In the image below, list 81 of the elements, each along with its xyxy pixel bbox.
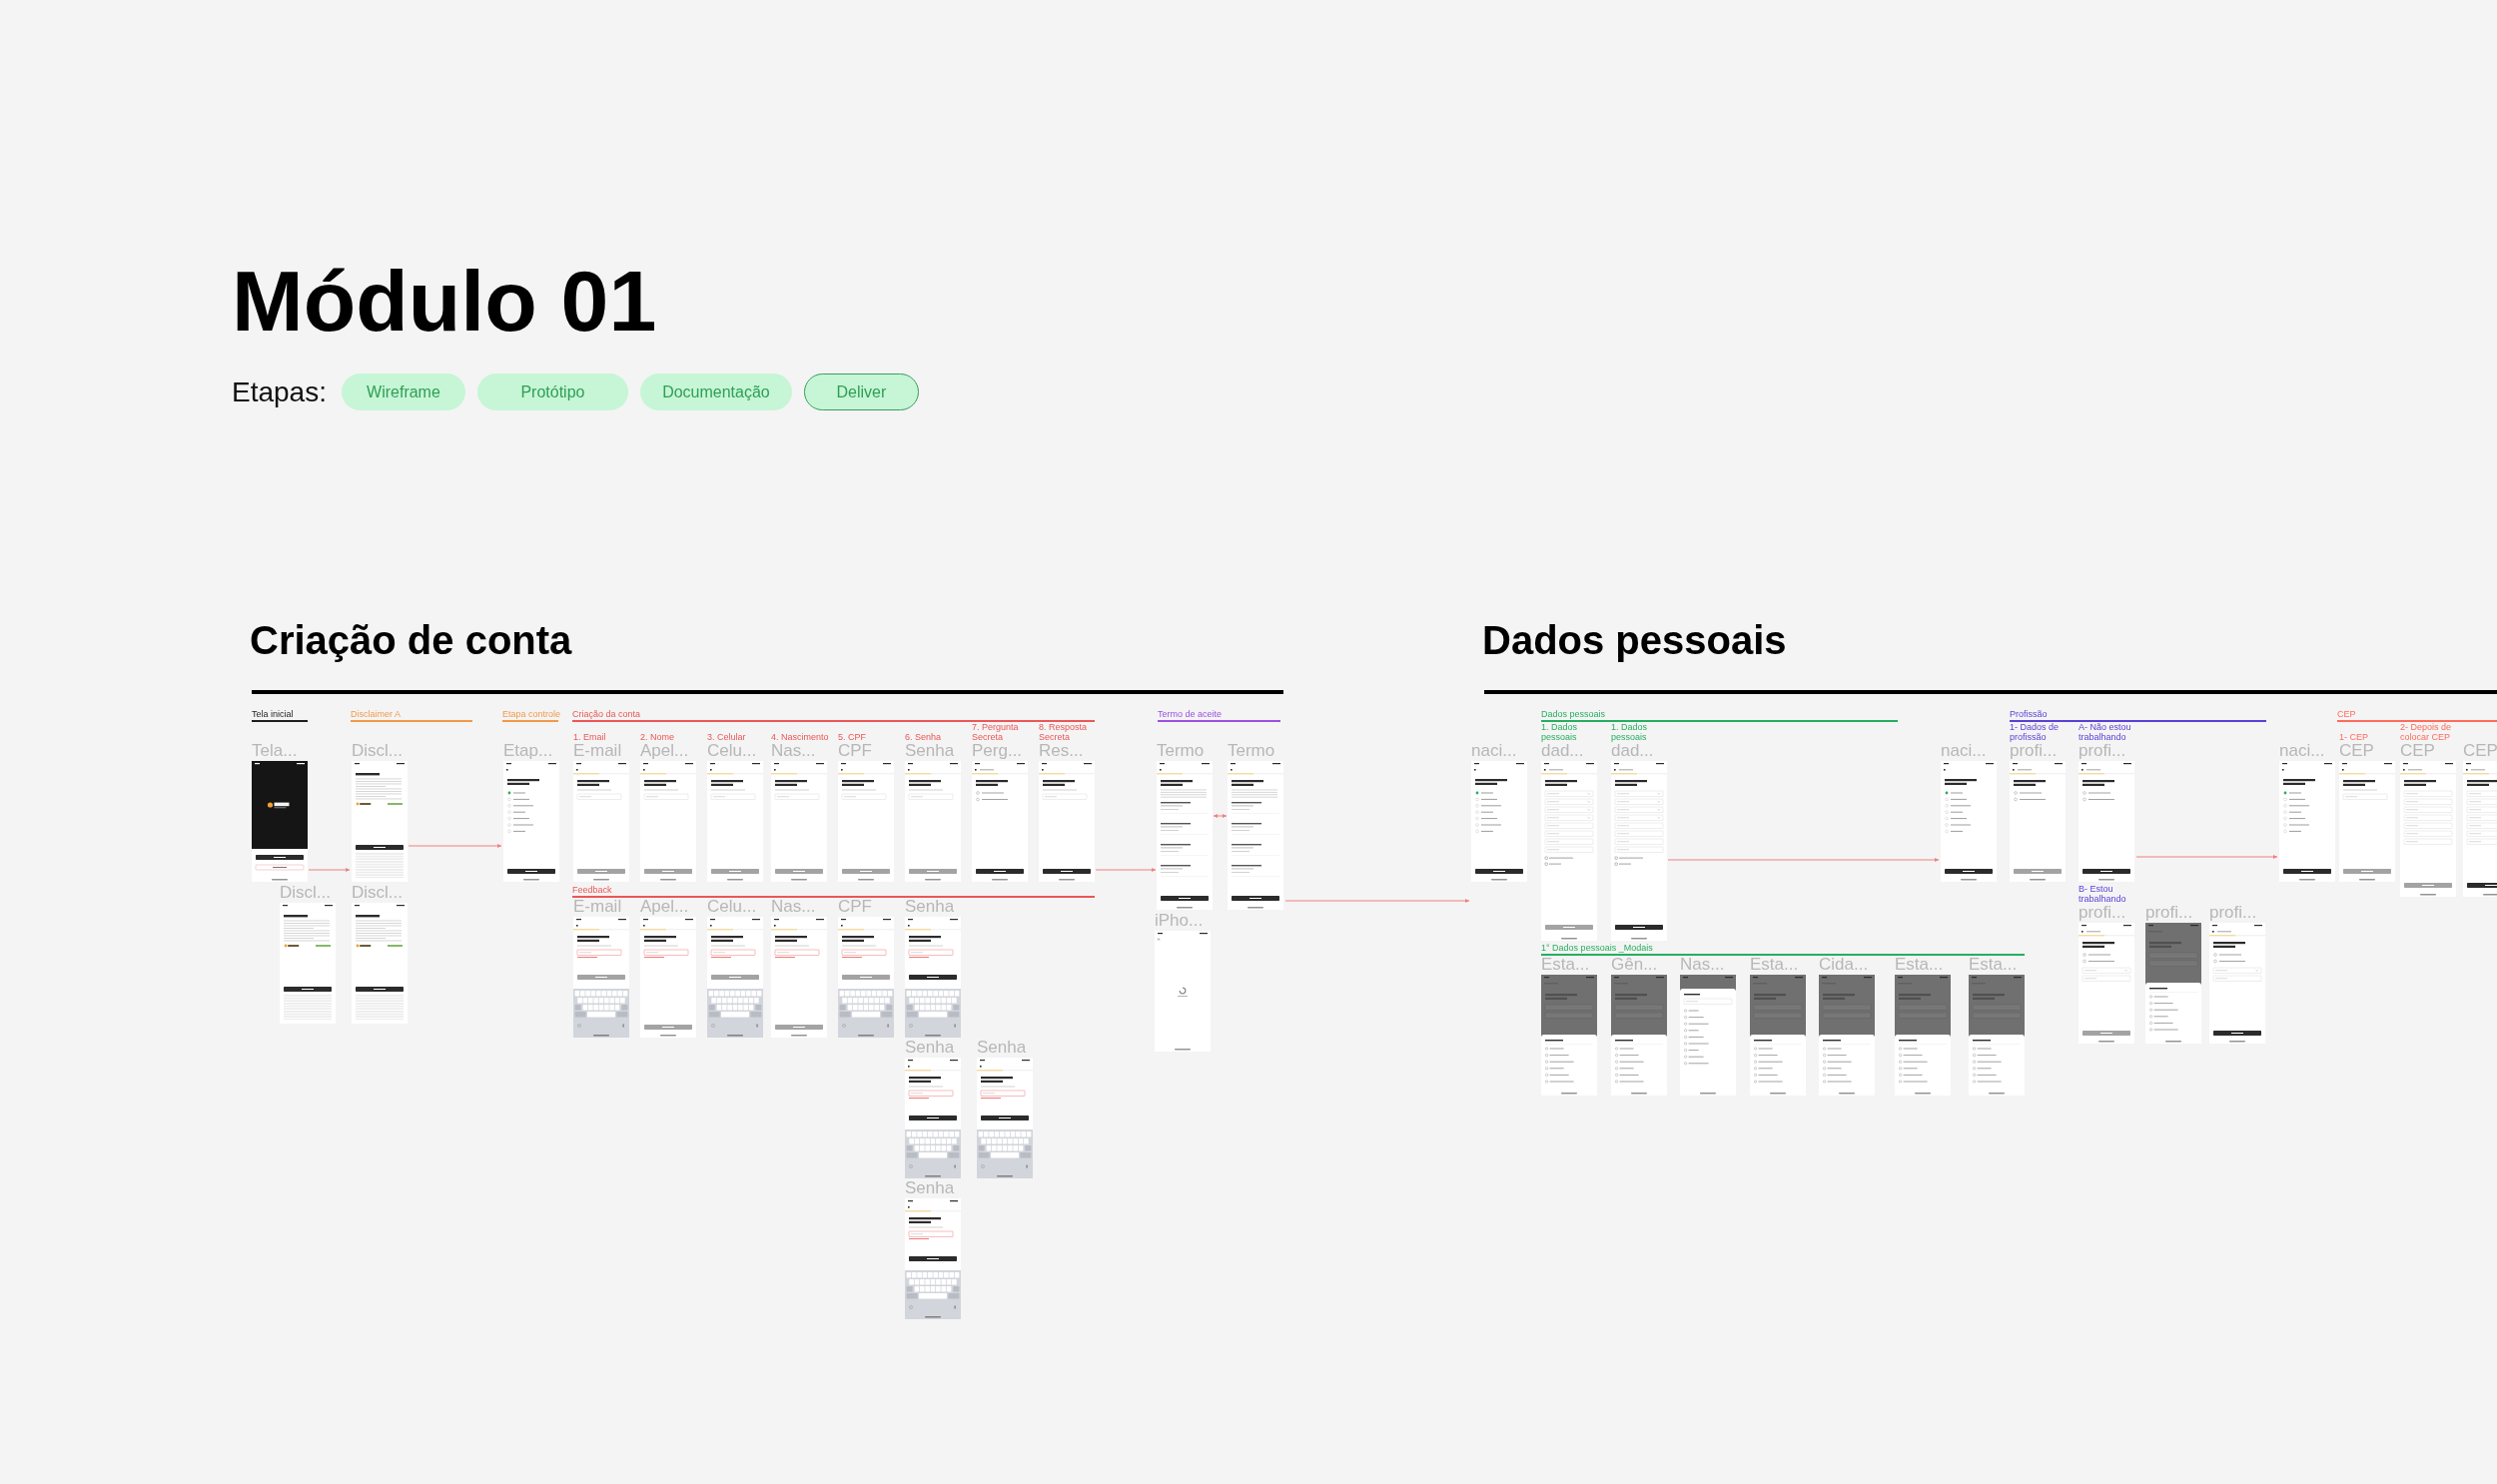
frame-caption: 6. Senha xyxy=(905,732,942,742)
frame-label: Perg... xyxy=(972,742,1023,760)
frame-label: Discl... xyxy=(352,884,403,902)
frame-label: profi... xyxy=(2145,904,2193,922)
frame-label: Res... xyxy=(1039,742,1084,760)
frame-label: E-mail xyxy=(573,742,622,760)
frame-label: Nas... xyxy=(771,898,816,916)
stage-tag[interactable]: Protótipo xyxy=(476,373,628,410)
frame-label: Celu... xyxy=(707,742,757,760)
group-label: 1° Dados pessoais _Modais xyxy=(1541,943,1653,953)
frame-label: dad... xyxy=(1611,742,1654,760)
frame-caption: 4. Nascimento xyxy=(771,732,829,742)
frame-label: iPho... xyxy=(1155,912,1204,930)
frame-label: Termo xyxy=(1157,742,1205,760)
section-title: Dados pessoais xyxy=(1482,620,1787,660)
group-label: Profissão xyxy=(2010,709,2048,719)
stage-tag[interactable]: Documentação xyxy=(639,373,792,410)
frame-label: naci... xyxy=(2279,742,2325,760)
frame-caption: 1. Email xyxy=(573,732,606,742)
page-title: Módulo 01 xyxy=(232,257,657,345)
frame-label: Apel... xyxy=(640,898,689,916)
frame-label: Termo xyxy=(1228,742,1275,760)
stages-label: Etapas: xyxy=(232,375,327,408)
frame-label: dad... xyxy=(1541,742,1584,760)
frame-label: Nas... xyxy=(771,742,816,760)
frame-label: CEP xyxy=(2463,742,2497,760)
group-label: Criação da conta xyxy=(572,709,641,719)
frame-caption: 2. Nome xyxy=(640,732,674,742)
connector-arrow xyxy=(1214,813,1227,819)
frame-label: Senha xyxy=(905,1179,955,1197)
frame-label: Esta... xyxy=(1750,956,1799,974)
frame-label: CPF xyxy=(838,898,872,916)
frame-label: Gên... xyxy=(1611,956,1658,974)
frame-label: CEP xyxy=(2339,742,2374,760)
frame-label: profi... xyxy=(2209,904,2257,922)
frame-label: E-mail xyxy=(573,898,622,916)
frame-label: Discl... xyxy=(352,742,403,760)
connector-arrow xyxy=(1096,867,1156,873)
frame-caption: 3. Celular xyxy=(707,732,746,742)
stage-tag[interactable]: Deliver xyxy=(803,373,919,410)
connector-arrow xyxy=(309,867,350,873)
frame-label: Etap... xyxy=(503,742,553,760)
group-label: Tela inicial xyxy=(252,709,294,719)
group-label: Termo de aceite xyxy=(1158,709,1223,719)
frame-caption: 1. Dados pessoais xyxy=(1541,722,1579,742)
frame-label: Discl... xyxy=(280,884,331,902)
frame-label: Tela... xyxy=(252,742,298,760)
group-label: Dados pessoais xyxy=(1541,709,1606,719)
frame-label: naci... xyxy=(1471,742,1517,760)
frame-caption: A- Não estou trabalhando xyxy=(2079,722,2132,742)
frame-label: profi... xyxy=(2079,904,2126,922)
frame-caption: 8. Resposta Secreta xyxy=(1039,722,1089,742)
frame-caption: 1- CEP xyxy=(2339,732,2368,742)
frame-label: CEP xyxy=(2400,742,2435,760)
group-label: Etapa controle xyxy=(502,709,561,719)
frame-label: Senha xyxy=(977,1039,1027,1057)
frame-label: naci... xyxy=(1941,742,1987,760)
frame-label: Cida... xyxy=(1819,956,1869,974)
frame-label: Apel... xyxy=(640,742,689,760)
group-label: CEP xyxy=(2337,709,2356,719)
frame-label: Celu... xyxy=(707,898,757,916)
group-label: Feedback xyxy=(572,885,612,895)
frame-caption: 1. Dados pessoais xyxy=(1611,722,1649,742)
frame-label: Senha xyxy=(905,1039,955,1057)
frame-label: profi... xyxy=(2010,742,2058,760)
frame-caption: B- Estou trabalhando xyxy=(2079,884,2127,904)
frame-caption: 2- Depois de colocar CEP xyxy=(2400,722,2453,742)
frame-caption: 5. CPF xyxy=(838,732,866,742)
frame-label: Senha xyxy=(905,742,955,760)
frame-label: Esta... xyxy=(1541,956,1590,974)
frame-caption: 7. Pergunta Secreta xyxy=(972,722,1020,742)
section-title: Criação de conta xyxy=(250,620,572,660)
frame-label: Esta... xyxy=(1895,956,1944,974)
stage-tag[interactable]: Wireframe xyxy=(341,373,465,410)
group-label: Disclaimer A xyxy=(351,709,401,719)
frame-label: Nas... xyxy=(1680,956,1725,974)
frame-label: CPF xyxy=(838,742,872,760)
frame-label: Senha xyxy=(905,898,955,916)
frame-label: profi... xyxy=(2079,742,2126,760)
frame-label: Esta... xyxy=(1969,956,2018,974)
frame-caption: 1- Dados de profissão xyxy=(2010,722,2061,742)
